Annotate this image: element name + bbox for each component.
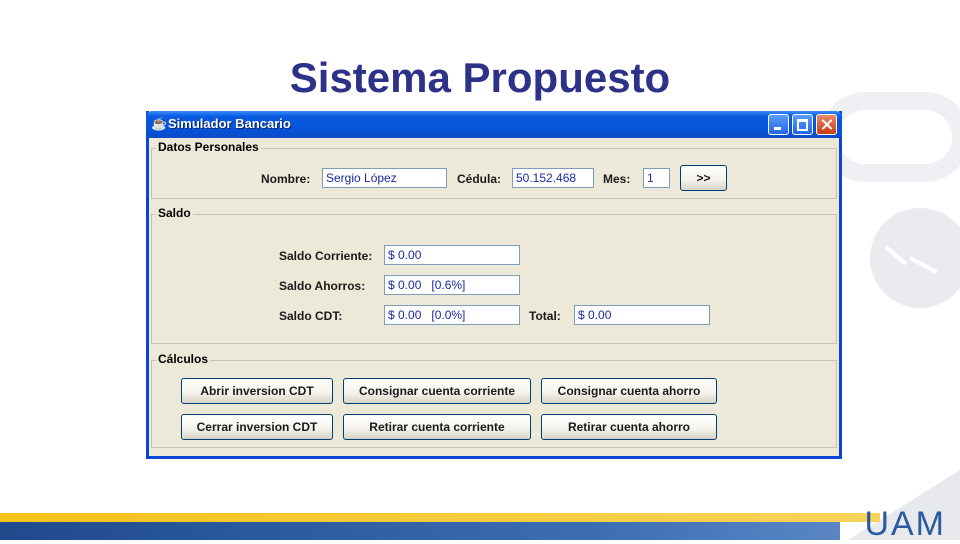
next-month-button[interactable]: >> [680,165,727,191]
maximize-button[interactable] [792,114,813,135]
blue-stripe [0,522,840,540]
cdt-balance-field[interactable]: $ 0.00 [0.0%] [384,305,520,325]
deposit-savings-button[interactable]: Consignar cuenta ahorro [541,378,717,404]
window-titlebar[interactable]: ☕ Simulador Bancario [146,111,842,138]
cdt-balance-label: Saldo CDT: [279,309,343,323]
balance-legend: Saldo [156,206,193,220]
month-label: Mes: [603,172,631,186]
name-label: Nombre: [261,172,311,186]
app-window: ☕ Simulador Bancario Datos Personales No… [146,111,842,459]
window-title: Simulador Bancario [168,116,291,131]
deposit-current-button[interactable]: Consignar cuenta corriente [343,378,531,404]
personal-data-group: Datos Personales Nombre: Sergio López Cé… [151,140,837,199]
clock-icon [870,208,960,308]
withdraw-current-button[interactable]: Retirar cuenta corriente [343,414,531,440]
withdraw-savings-button[interactable]: Retirar cuenta ahorro [541,414,717,440]
close-cdt-button[interactable]: Cerrar inversion CDT [181,414,333,440]
yellow-stripe [0,513,880,522]
month-field[interactable]: 1 [643,168,670,188]
savings-balance-field[interactable]: $ 0.00 [0.6%] [384,275,520,295]
close-button[interactable] [816,114,837,135]
name-field[interactable]: Sergio López [322,168,447,188]
minimize-button[interactable] [768,114,789,135]
id-label: Cédula: [457,172,502,186]
open-cdt-button[interactable]: Abrir inversion CDT [181,378,333,404]
id-field[interactable]: 50.152.468 [512,168,594,188]
uam-logo: UAM [864,505,946,543]
slide-title: Sistema Propuesto [289,54,671,101]
java-cup-icon: ☕ [151,116,168,131]
current-balance-label: Saldo Corriente: [279,249,373,263]
personal-data-legend: Datos Personales [156,140,261,154]
current-balance-field[interactable]: $ 0.00 [384,245,520,265]
calculations-group: Cálculos Abrir inversion CDT Consignar c… [151,352,837,448]
calculations-legend: Cálculos [156,352,211,366]
savings-balance-label: Saldo Ahorros: [279,279,366,293]
total-field[interactable]: $ 0.00 [574,305,710,325]
balance-group: Saldo Saldo Corriente: $ 0.00 Saldo Ahor… [151,206,837,344]
total-label: Total: [529,309,561,323]
